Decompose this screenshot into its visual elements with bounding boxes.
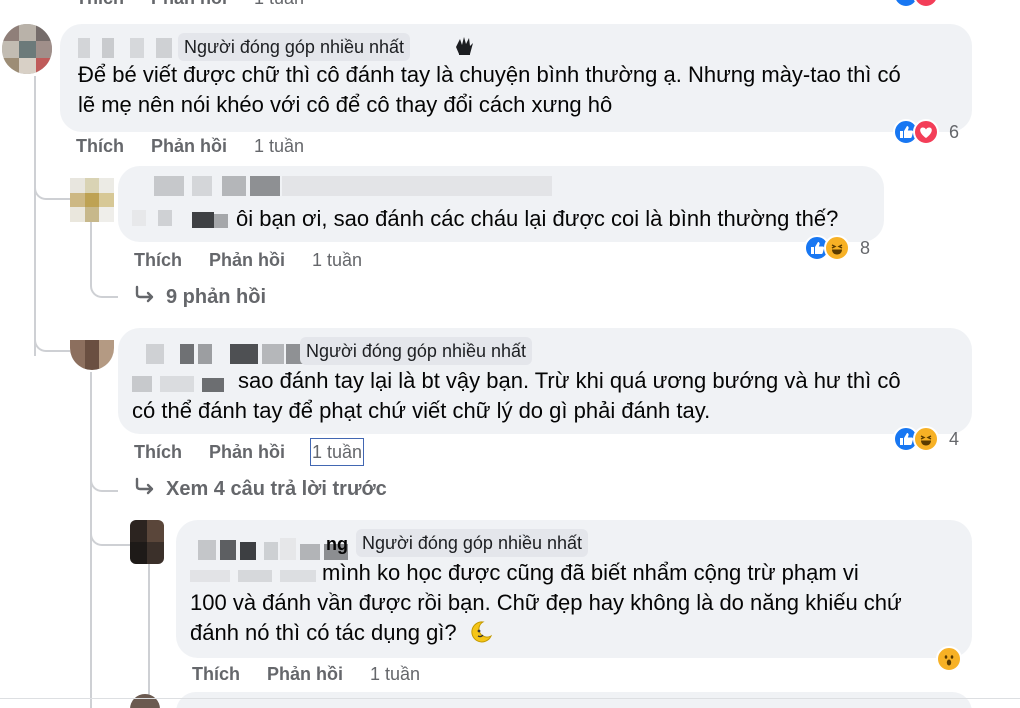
comment-line: sao đánh tay lại là bt vậy bạn. Trừ khi …: [238, 368, 901, 393]
comment-bubble: [176, 692, 972, 708]
love-reaction-icon: [913, 119, 939, 145]
comment-line: Để bé viết được chữ thì cô đánh tay là c…: [78, 62, 901, 87]
reply-arrow-icon: [134, 476, 158, 502]
comment-line: có thể đánh tay để phạt chứ viết chữ lý …: [132, 398, 711, 423]
author-name-fragment[interactable]: ng: [326, 532, 348, 556]
avatar[interactable]: [70, 340, 114, 370]
comment-bubble: Người đóng góp nhiều nhất sao đánh tay l…: [118, 328, 972, 434]
comment-actions: Thích Phản hồi 1 tuần: [192, 662, 492, 686]
comment-line: mình ko học được cũng đã biết nhẩm cộng …: [322, 560, 859, 585]
moon-face-icon: [469, 620, 493, 644]
view-replies-link[interactable]: 9 phản hồi: [134, 284, 266, 310]
comment-actions: Thích Phản hồi 1 tuần: [134, 438, 434, 466]
like-button[interactable]: Thích: [134, 248, 182, 272]
reply-button[interactable]: Phản hồi: [209, 440, 285, 464]
thread-line: [90, 520, 130, 546]
comment-line: đánh nó thì có tác dụng gì?: [190, 618, 960, 648]
reaction-count: 4: [949, 429, 960, 449]
author-name-blurred[interactable]: [132, 176, 552, 198]
love-reaction-icon: [913, 0, 939, 8]
comment-line-text: đánh nó thì có tác dụng gì?: [190, 620, 457, 645]
wow-reaction-icon: [936, 646, 962, 672]
like-button[interactable]: Thích: [76, 0, 124, 10]
timestamp[interactable]: 1 tuần: [254, 0, 304, 10]
timestamp[interactable]: 1 tuần: [312, 248, 362, 272]
avatar[interactable]: [130, 520, 164, 564]
top-reactions[interactable]: [893, 0, 953, 10]
top-fan-badge[interactable]: Người đóng góp nhiều nhất: [300, 337, 533, 365]
view-replies-label[interactable]: 9 phản hồi: [166, 286, 266, 308]
reactions-summary[interactable]: [936, 644, 970, 674]
haha-reaction-icon: [913, 426, 939, 452]
like-button[interactable]: Thích: [76, 134, 124, 158]
comment-line: 100 và đánh vần được rồi bạn. Chữ đẹp ha…: [190, 590, 902, 615]
comment-actions: Thích Phản hồi 1 tuần: [134, 248, 434, 272]
comment-bubble: ôi bạn ơi, sao đánh các cháu lại được co…: [118, 166, 884, 242]
thread-line: [34, 182, 70, 200]
comment-line: lẽ mẹ nên nói khéo với cô để cô thay đổi…: [78, 92, 613, 117]
author-name-blurred[interactable]: [146, 344, 306, 364]
top-fan-badge[interactable]: Người đóng góp nhiều nhất: [178, 33, 411, 61]
like-button[interactable]: Thích: [134, 440, 182, 464]
reply-button[interactable]: Phản hồi: [151, 134, 227, 158]
author-name-blurred[interactable]: [78, 38, 173, 58]
timestamp[interactable]: 1 tuần: [254, 134, 304, 158]
haha-reaction-icon: [824, 235, 850, 261]
reactions-summary[interactable]: 4: [893, 424, 973, 454]
thread-line: [34, 330, 70, 352]
reply-button[interactable]: Phản hồi: [209, 248, 285, 272]
like-button[interactable]: Thích: [192, 662, 240, 686]
divider: [0, 698, 1020, 699]
top-fan-badge[interactable]: Người đóng góp nhiều nhất: [356, 529, 589, 557]
comment-text: sao đánh tay lại là bt vậy bạn. Trừ khi …: [132, 366, 962, 426]
view-previous-replies-label[interactable]: Xem 4 câu trả lời trước: [166, 478, 387, 500]
reaction-count: 6: [949, 122, 960, 142]
timestamp[interactable]: 1 tuần: [309, 438, 365, 466]
reactions-summary[interactable]: 8: [804, 233, 884, 263]
thread-line: [34, 76, 36, 356]
reply-button[interactable]: Phản hồi: [151, 0, 227, 10]
thread-line: [90, 470, 118, 492]
view-previous-replies-link[interactable]: Xem 4 câu trả lời trước: [134, 476, 387, 502]
comment-text: mình ko học được cũng đã biết nhẩm cộng …: [190, 558, 960, 648]
comment-bubble: Người đóng góp nhiều nhất Để bé viết đượ…: [60, 24, 972, 132]
reaction-count: 8: [860, 238, 871, 258]
timestamp[interactable]: 1 tuần: [370, 662, 420, 686]
avatar[interactable]: [2, 24, 52, 74]
comment-text: Để bé viết được chữ thì cô đánh tay là c…: [78, 60, 958, 120]
reactions-summary[interactable]: 6: [893, 117, 973, 147]
comment-text: ôi bạn ơi, sao đánh các cháu lại được co…: [236, 204, 876, 234]
comment-bubble: ng Người đóng góp nhiều nhất mình ko học…: [176, 520, 972, 658]
reply-arrow-icon: [134, 284, 158, 310]
comment-line: ôi bạn ơi, sao đánh các cháu lại được co…: [236, 206, 839, 231]
reply-button[interactable]: Phản hồi: [267, 662, 343, 686]
top-actions-row: Thích Phản hồi 1 tuần: [76, 0, 376, 10]
comment-actions: Thích Phản hồi 1 tuần: [76, 134, 376, 158]
avatar[interactable]: [130, 694, 160, 708]
fan-badge-icon: [452, 34, 476, 58]
author-name-blurred: [132, 204, 232, 232]
avatar[interactable]: [70, 178, 114, 222]
thread-line: [90, 218, 118, 298]
thread-line: [148, 560, 150, 708]
